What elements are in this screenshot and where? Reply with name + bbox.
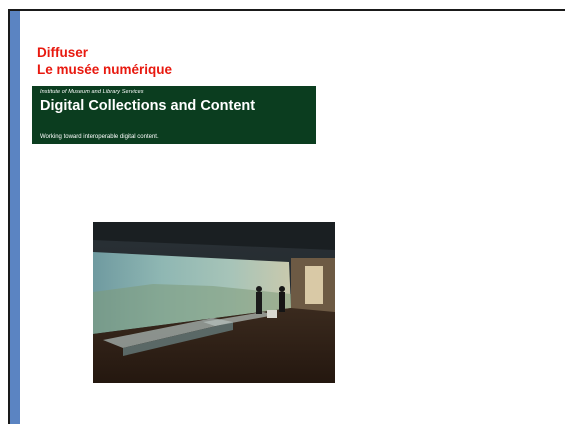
banner-tagline: Working toward interoperable digital con…	[40, 134, 159, 140]
slide-title-line-1: Diffuser	[37, 45, 89, 60]
slide-accent-bar	[10, 11, 20, 424]
slide-title: Diffuser Le musée numérique	[37, 44, 172, 78]
museum-gallery-photo	[93, 222, 335, 383]
slide-title-line-2: Le musée numérique	[37, 62, 173, 77]
banner-eyebrow: Institute of Museum and Library Services	[40, 89, 144, 95]
banner-heading: Digital Collections and Content	[40, 98, 256, 114]
imls-banner: Institute of Museum and Library Services…	[32, 86, 316, 144]
